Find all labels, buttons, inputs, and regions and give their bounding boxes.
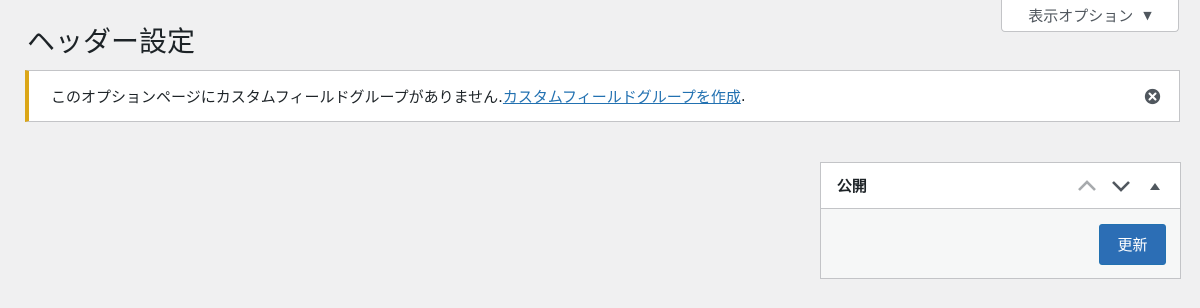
screen-options-button[interactable]: 表示オプション ▼ — [1001, 0, 1179, 32]
create-field-group-link[interactable]: カスタムフィールドグループを作成 — [503, 86, 741, 107]
close-circle-icon — [1144, 88, 1160, 104]
page-title: ヘッダー設定 — [27, 25, 196, 58]
screen-options-label: 表示オプション — [1028, 7, 1134, 25]
move-down-button[interactable] — [1104, 163, 1138, 209]
publish-box-header: 公開 — [821, 163, 1180, 209]
warning-notice: このオプションページにカスタムフィールドグループがありません. カスタムフィール… — [25, 70, 1180, 122]
update-button[interactable]: 更新 — [1099, 224, 1166, 265]
publish-box: 公開 更新 — [820, 162, 1181, 279]
caret-down-icon: ▼ — [1143, 9, 1152, 22]
chevron-up-icon — [1078, 180, 1096, 191]
publish-box-title: 公開 — [837, 177, 868, 195]
handle-actions — [1070, 163, 1172, 209]
notice-suffix: . — [740, 87, 746, 105]
notice-text: このオプションページにカスタムフィールドグループがありません. — [51, 87, 503, 106]
publish-box-inside: 更新 — [821, 209, 1180, 278]
toggle-panel-button[interactable] — [1138, 163, 1172, 209]
move-up-button[interactable] — [1070, 163, 1104, 209]
dismiss-notice-button[interactable] — [1143, 87, 1161, 105]
chevron-down-icon — [1112, 181, 1130, 192]
triangle-up-icon — [1150, 183, 1160, 190]
